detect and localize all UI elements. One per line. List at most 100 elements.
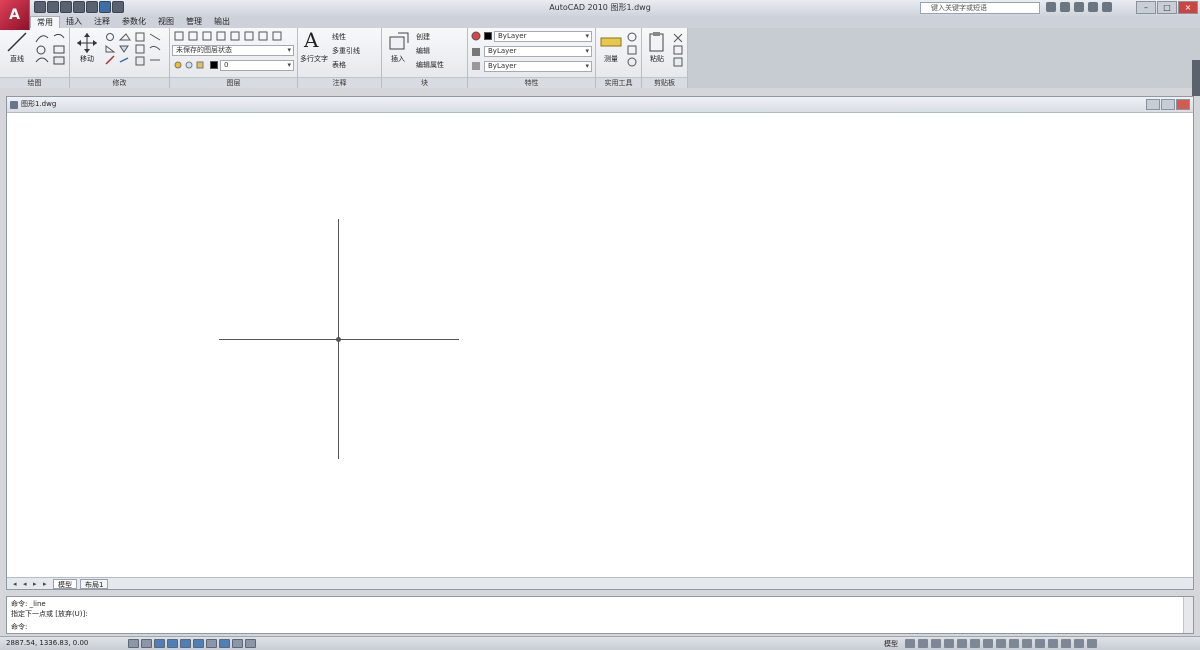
otrack-toggle-icon[interactable] <box>193 639 204 648</box>
showmotion-icon[interactable] <box>970 639 980 648</box>
modify-panel: 移动 修改 <box>70 28 170 88</box>
ortho-toggle-icon[interactable] <box>154 639 165 648</box>
modify-panel-title[interactable]: 修改 <box>70 77 169 88</box>
properties-panel-title[interactable]: 特性 <box>468 77 595 88</box>
drawing-restore-button[interactable] <box>1161 99 1175 110</box>
draw-panel-title[interactable]: 绘图 <box>0 77 69 88</box>
favorites-icon[interactable] <box>1088 2 1098 12</box>
extend-icon <box>149 45 161 51</box>
maximize-button[interactable]: □ <box>1157 1 1177 14</box>
quick-view-drawings-icon[interactable] <box>918 639 928 648</box>
edit-attributes-button[interactable]: 编辑属性 <box>416 60 444 70</box>
grid-toggle-icon[interactable] <box>141 639 152 648</box>
utilities-panel-title[interactable]: 实用工具 <box>596 77 641 88</box>
insert-block-icon[interactable] <box>388 31 410 53</box>
linetype-combo[interactable]: ByLayer <box>484 46 592 57</box>
tab-insert[interactable]: 插入 <box>60 16 88 28</box>
tab-view[interactable]: 视图 <box>152 16 180 28</box>
tab-manage[interactable]: 管理 <box>180 16 208 28</box>
search-icon[interactable] <box>1046 2 1056 12</box>
current-layer-combo[interactable]: 0 <box>220 60 294 71</box>
table-button[interactable]: 表格 <box>332 60 346 70</box>
last-tab-arrow-icon[interactable]: ▸ <box>43 580 50 588</box>
window-controls: – □ × <box>1136 1 1198 14</box>
application-menu-button[interactable]: A <box>0 0 30 30</box>
multiline-text-icon[interactable]: A <box>304 28 318 52</box>
lock-icon[interactable] <box>1035 639 1045 648</box>
array-icon <box>135 44 145 54</box>
clipboard-panel-title[interactable]: 剪贴板 <box>642 77 687 88</box>
erase-icon <box>105 55 115 65</box>
annotation-panel-title[interactable]: 注释 <box>298 77 381 88</box>
zoom-icon[interactable] <box>944 639 954 648</box>
steering-wheel-icon[interactable] <box>957 639 967 648</box>
tab-layout1[interactable]: 布局1 <box>80 578 109 589</box>
drawing-minimize-button[interactable] <box>1146 99 1160 110</box>
measure-icon[interactable] <box>600 34 622 50</box>
linear-dimension-button[interactable]: 线性 <box>332 32 346 42</box>
minimize-button[interactable]: – <box>1136 1 1156 14</box>
status-bar: 2887.54, 1336.83, 0.00 模型 <box>0 636 1200 650</box>
annotation-scale-icon[interactable] <box>983 639 993 648</box>
intersection-point[interactable] <box>336 337 341 342</box>
drawing-close-button[interactable] <box>1176 99 1190 110</box>
prev-tab-arrow-icon[interactable]: ◂ <box>23 580 30 588</box>
isolate-objects-icon[interactable] <box>1061 639 1071 648</box>
quick-view-layouts-icon[interactable] <box>905 639 915 648</box>
status-bar-menu-icon[interactable] <box>1074 639 1084 648</box>
quick-properties-toggle-icon[interactable] <box>245 639 256 648</box>
block-panel: 插入 创建 编辑 编辑属性 块 <box>382 28 468 88</box>
multileader-button[interactable]: 多重引线 <box>332 46 360 56</box>
layer-unlock-icon <box>196 61 204 69</box>
layer-tools-row <box>174 31 282 41</box>
layer-lock-icon <box>244 31 254 41</box>
color-combo[interactable]: ByLayer <box>494 31 592 42</box>
create-block-button[interactable]: 创建 <box>416 32 430 42</box>
command-input[interactable]: 命令: <box>11 622 27 632</box>
block-panel-title[interactable]: 块 <box>382 77 467 88</box>
cursor-coordinates[interactable]: 2887.54, 1336.83, 0.00 <box>6 639 88 647</box>
model-space-label[interactable]: 模型 <box>884 639 898 649</box>
ribbon-tabs: 常用 插入 注释 参数化 视图 管理 输出 <box>30 16 236 28</box>
tab-model[interactable]: 模型 <box>53 578 77 589</box>
dyn-toggle-icon[interactable] <box>219 639 230 648</box>
layer-status-icons <box>174 61 204 69</box>
tab-annotate[interactable]: 注释 <box>88 16 116 28</box>
osnap-toggle-icon[interactable] <box>180 639 191 648</box>
match-properties-icon <box>471 31 481 41</box>
snap-toggle-icon[interactable] <box>128 639 139 648</box>
multiline-text-label: 多行文字 <box>300 55 328 63</box>
hardware-acceleration-icon[interactable] <box>1048 639 1058 648</box>
subscription-icon[interactable] <box>1060 2 1070 12</box>
layers-panel-title[interactable]: 图层 <box>170 77 297 88</box>
tab-output[interactable]: 输出 <box>208 16 236 28</box>
model-space-canvas[interactable] <box>9 113 1191 579</box>
lineweight-icon <box>472 62 480 70</box>
help-search-input[interactable]: 键入关键字或短语 <box>920 2 1040 14</box>
next-tab-arrow-icon[interactable]: ▸ <box>33 580 40 588</box>
command-scrollbar[interactable] <box>1183 597 1193 633</box>
pan-icon[interactable] <box>931 639 941 648</box>
tab-parametric[interactable]: 参数化 <box>116 16 152 28</box>
help-icon[interactable] <box>1102 2 1112 12</box>
line-tool-icon[interactable] <box>6 31 28 53</box>
paste-icon[interactable] <box>648 31 666 53</box>
command-history-line1: 命令: _line <box>11 600 46 608</box>
move-tool-icon[interactable] <box>76 32 98 54</box>
auto-scale-icon[interactable] <box>1009 639 1019 648</box>
tab-home[interactable]: 常用 <box>30 16 60 28</box>
workspace-switching-icon[interactable] <box>1022 639 1032 648</box>
first-tab-arrow-icon[interactable]: ◂ <box>13 580 20 588</box>
layer-state-combo[interactable]: 未保存的图层状态 <box>172 45 294 56</box>
draw-panel: 直线 绘图 <box>0 28 70 88</box>
lineweight-combo[interactable]: ByLayer <box>484 61 592 72</box>
close-button[interactable]: × <box>1178 1 1198 14</box>
annotation-visibility-icon[interactable] <box>996 639 1006 648</box>
polar-toggle-icon[interactable] <box>167 639 178 648</box>
communication-icon[interactable] <box>1074 2 1084 12</box>
clean-screen-icon[interactable] <box>1087 639 1097 648</box>
lineweight-toggle-icon[interactable] <box>232 639 243 648</box>
ducs-toggle-icon[interactable] <box>206 639 217 648</box>
edit-block-button[interactable]: 编辑 <box>416 46 430 56</box>
paste-special-icon <box>673 57 683 67</box>
